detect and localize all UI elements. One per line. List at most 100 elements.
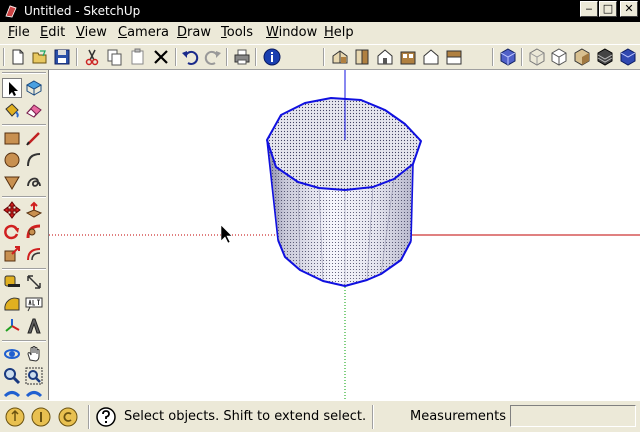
pan-tool-button[interactable]: [24, 344, 44, 364]
toolbar-separator: [255, 48, 257, 66]
print-button[interactable]: [232, 47, 252, 67]
axes-tool-button[interactable]: [2, 316, 22, 336]
toolbar-grip[interactable]: [2, 72, 46, 74]
follow-me-icon: [26, 224, 41, 239]
status-divider: [372, 405, 374, 429]
toolbar-separator: [2, 196, 46, 198]
new-file-button[interactable]: [8, 47, 28, 67]
left-view-button[interactable]: [444, 47, 464, 67]
close-icon: ✕: [624, 2, 634, 15]
arc-tool-button[interactable]: [24, 150, 44, 170]
minimize-button[interactable]: ‒: [580, 1, 598, 17]
geo-location-icon[interactable]: [4, 406, 26, 428]
copy-button[interactable]: [104, 47, 124, 67]
paste-icon: [131, 48, 144, 65]
toolbar-grip[interactable]: [323, 48, 325, 66]
eraser-button[interactable]: [24, 100, 44, 120]
back-view-button[interactable]: [421, 47, 441, 67]
xray-style-button[interactable]: [527, 47, 547, 67]
push-pull-tool-button[interactable]: [24, 200, 44, 220]
model-canvas[interactable]: [49, 70, 640, 400]
cylinder-top-face: [266, 97, 422, 191]
new-document-icon: [12, 49, 24, 65]
rotate-tool-button[interactable]: [2, 222, 22, 242]
measurements-input[interactable]: [510, 405, 636, 427]
toolbar-grip[interactable]: [3, 48, 5, 66]
axes-icon: [5, 319, 20, 332]
wireframe-style-button[interactable]: [549, 47, 569, 67]
drawing-area[interactable]: [48, 70, 640, 400]
make-component-button[interactable]: [24, 78, 44, 98]
menu-window[interactable]: Window: [266, 25, 317, 41]
zoom-tool-button[interactable]: [2, 366, 22, 386]
arrow-cursor-icon: [9, 82, 18, 96]
toolbar-grip[interactable]: [492, 48, 494, 66]
toolbar-separator: [175, 48, 177, 66]
save-button[interactable]: [52, 47, 72, 67]
close-window-button[interactable]: ✕: [620, 1, 638, 17]
status-bar: Select objects. Shift to extend select. …: [0, 400, 640, 432]
perspective-cube-button[interactable]: [498, 47, 518, 67]
paint-bucket-icon: [5, 103, 19, 118]
maximize-button[interactable]: □: [599, 1, 617, 17]
shaded-cube-icon: [574, 48, 590, 66]
paste-button[interactable]: [128, 47, 148, 67]
3d-text-tool-button[interactable]: [24, 316, 44, 336]
zoom-window-button[interactable]: [24, 366, 44, 386]
protractor-tool-button[interactable]: [2, 294, 22, 314]
right-view-button[interactable]: [398, 47, 418, 67]
freehand-icon: [27, 177, 41, 187]
dimension-tool-button[interactable]: [24, 272, 44, 292]
offset-tool-button[interactable]: [24, 244, 44, 264]
hand-icon: [27, 346, 40, 362]
textured-style-button[interactable]: [595, 47, 615, 67]
model-info-button[interactable]: [262, 47, 282, 67]
top-view-button[interactable]: [352, 47, 372, 67]
shaded-style-button[interactable]: [572, 47, 592, 67]
orbit-tool-button[interactable]: [2, 344, 22, 364]
open-file-button[interactable]: [30, 47, 50, 67]
right-view-icon: [400, 51, 416, 65]
erase-button[interactable]: [151, 47, 171, 67]
text-tool-button[interactable]: [24, 294, 44, 314]
magnifier-icon: [4, 368, 21, 385]
push-pull-icon: [25, 201, 43, 218]
scale-tool-button[interactable]: [2, 244, 22, 264]
paint-bucket-button[interactable]: [2, 100, 22, 120]
window-title: Untitled - SketchUp: [24, 4, 141, 18]
polygon-tool-button[interactable]: [2, 172, 22, 192]
select-tool-button[interactable]: [2, 78, 22, 98]
zoom-window-icon: [25, 367, 43, 385]
monochrome-style-button[interactable]: [618, 47, 638, 67]
line-tool-button[interactable]: [24, 128, 44, 148]
copyright-icon[interactable]: [57, 406, 79, 428]
tape-measure-button[interactable]: [2, 272, 22, 292]
menu-tools[interactable]: Tools: [221, 25, 253, 41]
cut-button[interactable]: [82, 47, 102, 67]
floppy-disk-icon: [54, 49, 70, 65]
front-view-button[interactable]: [375, 47, 395, 67]
menu-edit[interactable]: Edit: [40, 25, 65, 41]
menu-view[interactable]: View: [76, 25, 107, 41]
menu-camera[interactable]: Camera: [118, 25, 169, 41]
mouse-cursor-icon: [220, 224, 233, 244]
redo-button[interactable]: [203, 47, 223, 67]
help-icon[interactable]: [95, 406, 117, 428]
move-tool-button[interactable]: [2, 200, 22, 220]
info-icon: [263, 48, 281, 66]
rotate-icon: [4, 224, 19, 240]
monochrome-cube-icon: [620, 48, 636, 66]
rectangle-tool-button[interactable]: [2, 128, 22, 148]
menu-file[interactable]: File: [8, 25, 30, 41]
follow-me-tool-button[interactable]: [24, 222, 44, 242]
sketchup-logo-icon: [5, 5, 17, 18]
pencil-icon: [26, 132, 40, 146]
menu-help[interactable]: Help: [324, 25, 354, 41]
iso-view-button[interactable]: [330, 47, 350, 67]
circle-tool-button[interactable]: [2, 150, 22, 170]
freehand-tool-button[interactable]: [24, 172, 44, 192]
credits-icon[interactable]: [30, 406, 52, 428]
undo-button[interactable]: [180, 47, 200, 67]
menu-draw[interactable]: Draw: [177, 25, 211, 41]
front-house-icon: [377, 49, 393, 65]
